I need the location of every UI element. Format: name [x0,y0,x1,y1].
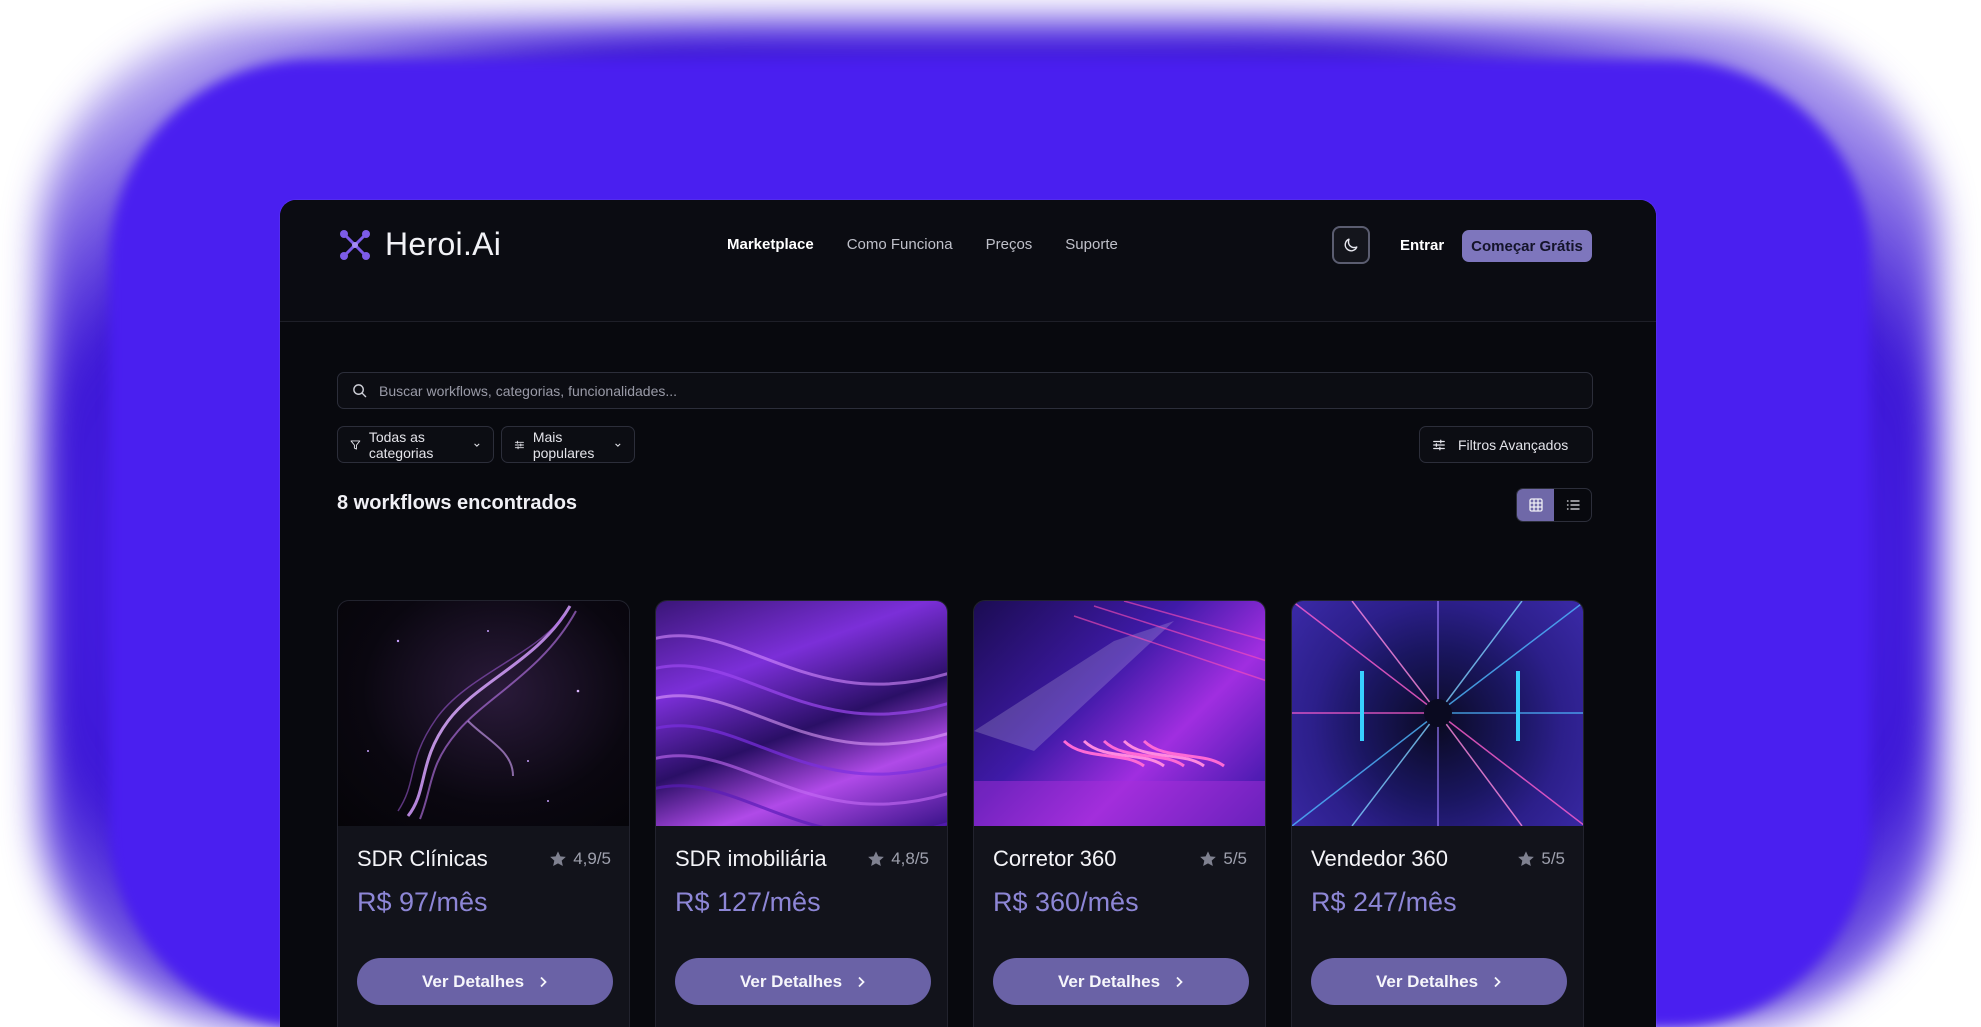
nav-item-precos[interactable]: Preços [986,236,1033,253]
card-price: R$ 97/mês [357,887,488,917]
view-toggle [1516,488,1592,522]
sort-label: Mais populares [532,428,595,461]
card-price: R$ 247/mês [1311,887,1457,917]
login-link[interactable]: Entrar [1400,237,1444,254]
nav-item-como-funciona[interactable]: Como Funciona [847,236,953,253]
view-details-button[interactable]: Ver Detalhes [357,958,613,1005]
card-title: SDR Clínicas [357,846,488,871]
sort-dropdown[interactable]: Mais populares [501,426,635,463]
workflow-card[interactable]: SDR Clínicas 4,9/5 R$ 97/mês Ver Detalhe… [337,600,630,1027]
chevron-down-icon [615,442,621,447]
logo-mark-icon [340,229,370,260]
start-free-button[interactable]: Começar Grátis [1462,230,1592,262]
search-bar[interactable] [337,372,1593,409]
view-details-button[interactable]: Ver Detalhes [675,958,931,1005]
view-details-button[interactable]: Ver Detalhes [1311,958,1567,1005]
theme-toggle-button[interactable] [1332,226,1370,264]
card-price: R$ 127/mês [675,887,821,917]
workflow-card[interactable]: SDR imobiliária 4,8/5 R$ 127/mês Ver Det… [655,600,948,1027]
grid-view-button[interactable] [1517,489,1554,521]
search-icon [353,384,367,398]
list-icon [1566,500,1580,510]
rating-value: 4,9/5 [573,849,611,868]
card-title: Corretor 360 [993,846,1117,871]
rating-value: 4,8/5 [891,849,929,868]
chevron-right-icon [858,976,865,987]
sliders-icon [1433,439,1445,450]
results-count: 8 workflows encontrados [337,492,578,514]
card-image-hyperspace-tunnel [1292,601,1583,826]
view-details-label: Ver Detalhes [739,971,843,991]
chevron-right-icon [1176,976,1183,987]
funnel-icon [350,439,361,450]
star-icon [550,851,567,867]
workflow-card[interactable]: Vendedor 360 5/5 R$ 247/mês Ver Detalhes [1291,600,1584,1027]
card-image-light-streaks [974,601,1265,826]
search-input[interactable] [379,382,1592,399]
moon-icon [1344,238,1358,252]
advanced-filters-label: Filtros Avançados [1458,436,1569,453]
card-image-purple-waves [656,601,947,826]
advanced-filters-button[interactable]: Filtros Avançados [1419,426,1593,463]
view-details-label: Ver Detalhes [1375,971,1479,991]
main-nav: Marketplace Como Funciona Preços Suporte [727,236,1118,253]
nav-item-marketplace[interactable]: Marketplace [727,236,814,253]
category-filter-dropdown[interactable]: Todas as categorias [337,426,494,463]
chevron-right-icon [540,976,547,987]
card-rating: 4,8/5 [867,849,929,869]
header: Heroi.Ai Marketplace Como Funciona Preço… [280,200,1656,322]
workflow-grid: SDR Clínicas 4,9/5 R$ 97/mês Ver Detalhe… [337,600,1584,1027]
category-filter-label: Todas as categorias [368,428,434,461]
logo[interactable]: Heroi.Ai [337,226,501,263]
rating-value: 5/5 [1541,849,1565,868]
star-icon [1200,851,1217,867]
nav-item-suporte[interactable]: Suporte [1065,236,1118,253]
list-view-button[interactable] [1554,489,1591,521]
star-icon [1518,851,1535,867]
view-details-label: Ver Detalhes [1057,971,1161,991]
card-rating: 5/5 [1199,849,1247,869]
workflow-card[interactable]: Corretor 360 5/5 R$ 360/mês Ver Detalhes [973,600,1266,1027]
grid-icon [1528,498,1543,512]
card-price: R$ 360/mês [993,887,1139,917]
chevron-down-icon [474,442,480,447]
star-icon [868,851,885,867]
rating-value: 5/5 [1223,849,1247,868]
chevron-right-icon [1494,976,1501,987]
card-title: Vendedor 360 [1311,846,1449,871]
card-rating: 4,9/5 [549,849,611,869]
view-details-label: Ver Detalhes [421,971,525,991]
card-image-particle-wave [338,601,629,826]
sliders-icon [514,440,524,449]
view-details-button[interactable]: Ver Detalhes [993,958,1249,1005]
app-window: Heroi.Ai Marketplace Como Funciona Preço… [280,200,1656,1027]
card-title: SDR imobiliária [675,846,827,871]
logo-text: Heroi.Ai [385,226,502,262]
card-rating: 5/5 [1517,849,1565,869]
